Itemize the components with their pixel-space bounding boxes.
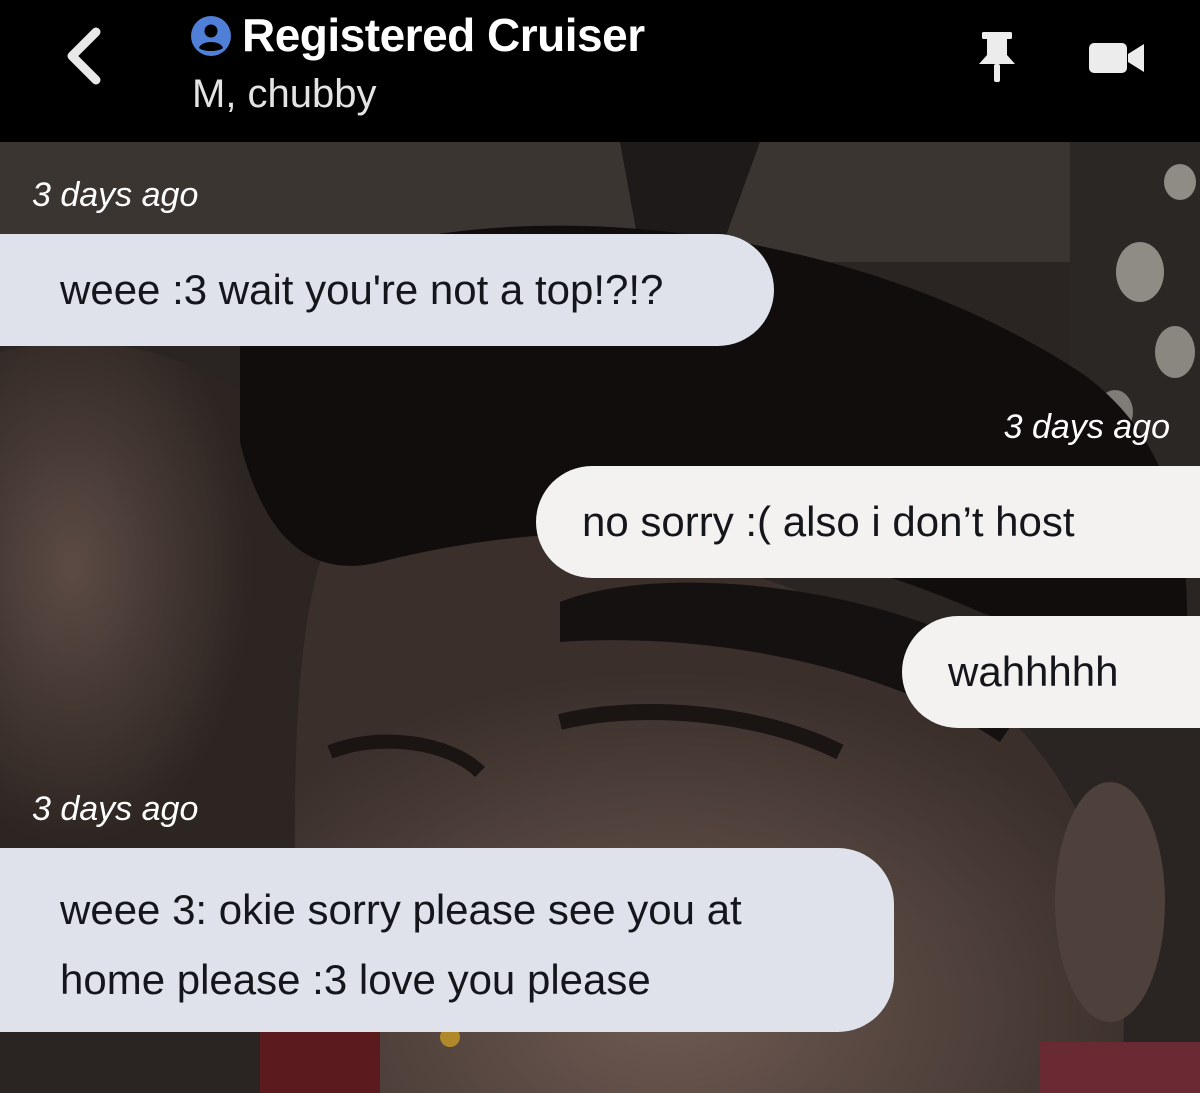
message-list[interactable]: 3 days ago weee :3 wait you're not a top… <box>0 142 1200 1093</box>
chevron-left-icon <box>67 27 101 85</box>
message-timestamp: 3 days ago <box>32 176 199 214</box>
title-row: Registered Cruiser <box>190 9 645 61</box>
contact-subtitle: M, chubby <box>192 72 377 116</box>
message-timestamp: 3 days ago <box>1003 408 1170 446</box>
back-button[interactable] <box>56 24 116 88</box>
message-bubble-received[interactable]: weee 3: okie sorry please see you at hom… <box>0 848 894 1032</box>
message-bubble-sent[interactable]: no sorry :( also i don’t host <box>536 466 1200 578</box>
chat-screen: Registered Cruiser M, chubby 3 days ago … <box>0 0 1200 1093</box>
message-timestamp: 3 days ago <box>32 790 199 828</box>
user-circle-icon <box>190 15 232 57</box>
message-line: home please :3 love you please <box>60 956 651 1003</box>
message-line: weee 3: okie sorry please see you at <box>60 886 742 933</box>
video-camera-icon <box>1089 43 1144 73</box>
pin-button[interactable] <box>974 30 1020 84</box>
message-bubble-sent[interactable]: wahhhhh <box>902 616 1200 728</box>
message-bubble-received[interactable]: weee :3 wait you're not a top!?!? <box>0 234 774 346</box>
contact-info[interactable]: Registered Cruiser M, chubby <box>190 9 645 117</box>
chat-header: Registered Cruiser M, chubby <box>0 0 1200 142</box>
video-call-button[interactable] <box>1088 40 1146 76</box>
pin-icon <box>979 32 1015 82</box>
contact-name: Registered Cruiser <box>242 9 645 61</box>
